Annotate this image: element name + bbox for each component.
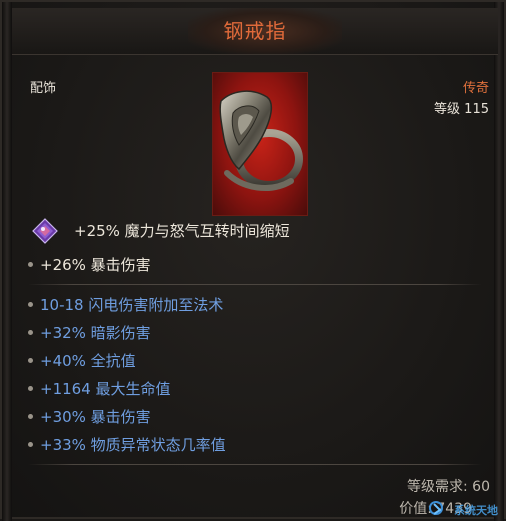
bullet-icon [28,442,33,447]
title-bar: 钢戒指 [12,8,498,55]
bullet-icon [28,414,33,419]
watermark-text: 系统天地 [454,504,498,517]
affix-text: +1164 最大生命值 [40,380,171,398]
affix-text: +32% 暗影伤害 [40,324,151,342]
steel-ring-icon [219,90,303,191]
affix-text: +40% 全抗值 [40,352,136,370]
bullet-icon [28,302,33,307]
item-tooltip: 钢戒指 配饰 传奇 等级 115 +25% 魔力与怒气互转时间缩短 +26% 暴… [0,0,506,521]
bullet-icon [28,358,33,363]
divider [28,284,482,285]
item-name: 钢戒指 [223,19,287,43]
item-type: 配饰 [30,81,57,96]
item-rarity: 传奇 [462,81,489,96]
affix-text: 10-18 闪电伤害附加至法术 [40,296,224,314]
item-level: 等级 115 [434,102,489,117]
implicit-affix-text: +25% 魔力与怒气互转时间缩短 [74,222,290,240]
frame-left-border [2,2,12,521]
item-image [212,72,308,216]
base-stat-text: +26% 暴击伤害 [40,256,151,274]
affix-text: +33% 物质异常状态几率值 [40,436,226,454]
frame-right-border [494,2,504,521]
purple-gem-icon [32,218,58,244]
affix-text: +30% 暴击伤害 [40,408,151,426]
bullet-icon [28,330,33,335]
divider [28,464,482,465]
level-requirement: 等级需求: 60 [407,479,490,495]
bullet-icon [28,386,33,391]
bullet-icon [28,262,33,267]
